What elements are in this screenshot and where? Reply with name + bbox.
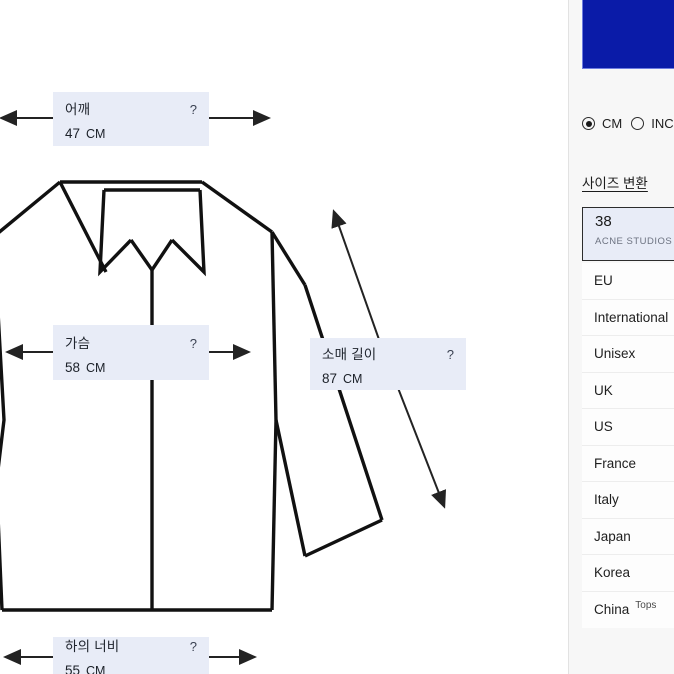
measurement-value-shoulder: 47 CM [65, 126, 197, 141]
measurement-unit-chest: CM [86, 360, 106, 375]
region-category-label: Tops [635, 599, 657, 611]
help-icon-bottom-width[interactable]: ? [190, 639, 197, 654]
measurement-number-chest: 58 [65, 359, 81, 375]
help-icon-shoulder[interactable]: ? [190, 102, 197, 117]
region-label: France [594, 455, 637, 471]
region-item-international[interactable]: International [582, 299, 674, 336]
region-label: EU [594, 273, 613, 289]
unit-label-inch: INCH [651, 116, 674, 131]
unit-toggle-group: CM INCH [582, 116, 674, 131]
unit-option-inch[interactable]: INCH [631, 116, 674, 131]
selected-size-brand: ACNE STUDIOS [595, 235, 673, 247]
region-label: Japan [594, 528, 631, 544]
selected-size-value: 38 [595, 213, 612, 230]
region-label: China [594, 602, 630, 618]
brand-banner [582, 0, 674, 69]
measurement-number-bottom-width: 55 [65, 662, 81, 674]
region-item-eu[interactable]: EU [582, 263, 674, 300]
sleeve-arrow-down [397, 387, 447, 509]
measurement-unit-bottom-width: CM [86, 663, 106, 674]
measurement-label-shoulder: 어깨 [65, 102, 91, 117]
region-label: Korea [594, 565, 631, 581]
region-item-china[interactable]: China Tops [582, 591, 674, 628]
size-conversion-title[interactable]: 사이즈 변환 [582, 172, 648, 192]
sleeve-arrow-up [331, 209, 383, 349]
region-item-italy[interactable]: Italy [582, 482, 674, 519]
measurement-number-shoulder: 47 [65, 126, 81, 141]
measurement-box-bottom-width[interactable]: 하의 너비 ? 55 CM [53, 637, 209, 674]
selected-size-card[interactable]: 38 ACNE STUDIOS [582, 207, 674, 261]
region-item-korea[interactable]: Korea [582, 555, 674, 592]
measurement-value-sleeve: 87 CM [322, 371, 454, 386]
measurement-label-bottom-width: 하의 너비 [65, 638, 120, 654]
measurement-number-sleeve: 87 [322, 371, 338, 386]
help-icon-sleeve[interactable]: ? [447, 347, 454, 362]
measurement-unit-sleeve: CM [343, 372, 363, 386]
unit-label-cm: CM [602, 116, 623, 131]
radio-unselected-icon[interactable] [631, 117, 645, 130]
garment-diagram-panel: 어깨 ? 47 CM 가슴 ? 58 CM 소매 길이 ? 87 CM 하의 너비 ? [0, 0, 568, 674]
region-item-france[interactable]: France [582, 445, 674, 482]
region-size-list: EU International Unisex UK US France Ita… [582, 263, 674, 628]
size-conversion-sidebar: CM INCH 사이즈 변환 38 ACNE STUDIOS EU Intern… [568, 0, 674, 674]
region-label: International [594, 309, 669, 325]
region-label: Unisex [594, 346, 636, 362]
region-item-uk[interactable]: UK [582, 372, 674, 409]
size-guide-screen: 어깨 ? 47 CM 가슴 ? 58 CM 소매 길이 ? 87 CM 하의 너비 ? [0, 0, 674, 674]
measurement-label-chest: 가슴 [65, 335, 91, 351]
radio-selected-icon[interactable] [582, 117, 595, 130]
region-item-unisex[interactable]: Unisex [582, 336, 674, 373]
region-label: Italy [594, 492, 619, 508]
measurement-label-sleeve: 소매 길이 [322, 347, 377, 362]
help-icon-chest[interactable]: ? [190, 336, 197, 351]
region-item-japan[interactable]: Japan [582, 518, 674, 555]
measurement-box-chest[interactable]: 가슴 ? 58 CM [53, 325, 209, 380]
measurement-unit-shoulder: CM [86, 127, 106, 141]
measurement-value-chest: 58 CM [65, 360, 197, 375]
measurement-box-shoulder[interactable]: 어깨 ? 47 CM [53, 92, 209, 146]
region-label: US [594, 419, 613, 435]
region-item-us[interactable]: US [582, 409, 674, 446]
unit-option-cm[interactable]: CM [582, 116, 622, 131]
region-label: UK [594, 382, 613, 398]
measurement-box-sleeve[interactable]: 소매 길이 ? 87 CM [310, 338, 466, 390]
measurement-value-bottom-width: 55 CM [65, 663, 197, 674]
